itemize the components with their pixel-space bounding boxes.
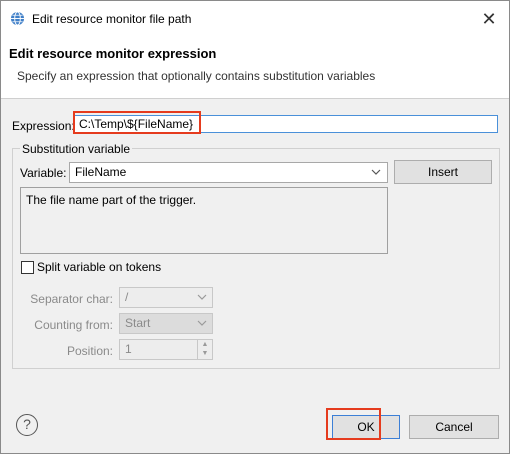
dialog-header: Edit resource monitor expression Specify… <box>1 36 509 99</box>
insert-button[interactable]: Insert <box>394 160 492 184</box>
close-icon[interactable]: ✕ <box>477 7 501 31</box>
window-title: Edit resource monitor file path <box>32 12 192 26</box>
expression-highlight-box <box>73 111 201 134</box>
counting-from-select: Start <box>119 313 213 334</box>
split-tokens-checkbox[interactable] <box>21 261 34 274</box>
ok-highlight-box <box>326 408 381 440</box>
header-description: Specify an expression that optionally co… <box>17 69 376 83</box>
globe-icon <box>10 11 25 26</box>
substitution-group-label: Substitution variable <box>20 142 133 156</box>
position-value: 1 <box>125 342 132 356</box>
separator-char-value: / <box>125 290 129 304</box>
split-tokens-label[interactable]: Split variable on tokens <box>37 260 161 274</box>
separator-char-select: / <box>119 287 213 308</box>
expression-label: Expression: <box>12 119 75 133</box>
edit-resource-monitor-dialog: Edit resource monitor file path ✕ Edit r… <box>0 0 510 454</box>
variable-description-box: The file name part of the trigger. <box>20 187 388 254</box>
position-label: Position: <box>66 344 113 358</box>
variable-select[interactable]: FileName <box>69 162 388 183</box>
chevron-down-icon <box>197 320 207 326</box>
cancel-button[interactable]: Cancel <box>409 415 499 439</box>
position-spin-buttons: ▲ ▼ <box>197 340 212 359</box>
chevron-down-icon <box>197 294 207 300</box>
header-title: Edit resource monitor expression <box>9 46 217 61</box>
position-spinner: 1 ▲ ▼ <box>119 339 213 360</box>
spin-up-icon: ▲ <box>201 341 209 348</box>
variable-description: The file name part of the trigger. <box>26 193 197 207</box>
title-bar: Edit resource monitor file path ✕ <box>1 1 509 36</box>
variable-label: Variable: <box>20 166 67 180</box>
chevron-down-icon <box>371 169 381 175</box>
separator-char-label: Separator char: <box>30 292 113 306</box>
counting-from-label: Counting from: <box>34 318 113 332</box>
spin-down-icon: ▼ <box>201 350 209 357</box>
help-icon[interactable]: ? <box>16 414 38 436</box>
counting-from-value: Start <box>125 316 151 330</box>
variable-value: FileName <box>75 165 127 179</box>
